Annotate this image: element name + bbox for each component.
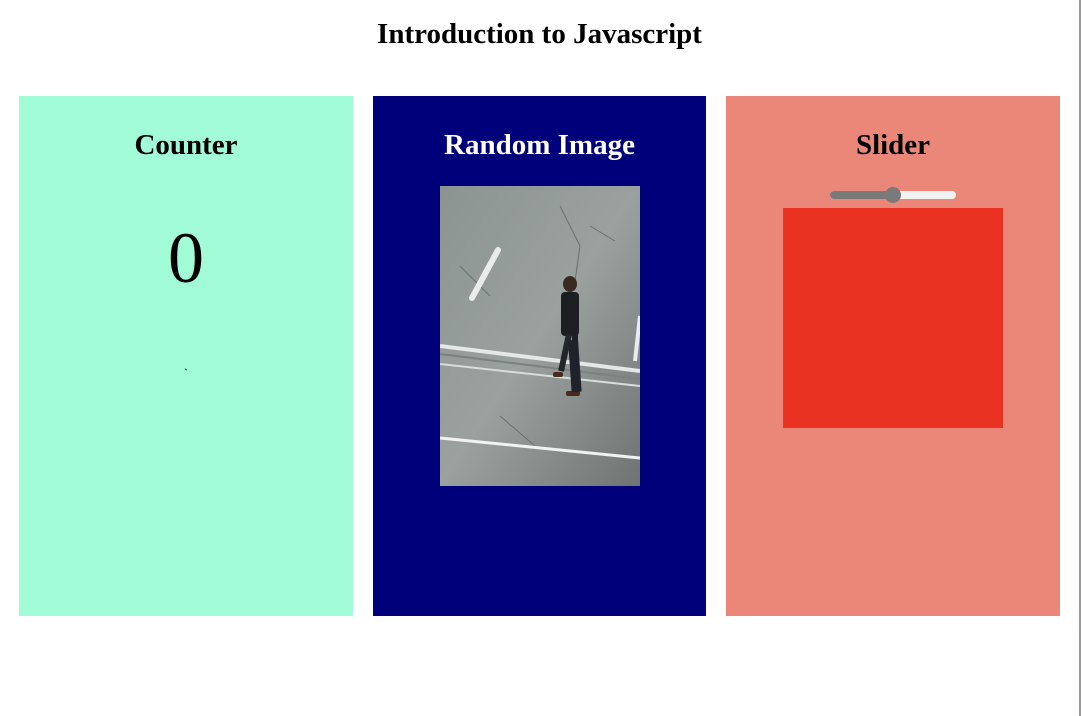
slider-title: Slider bbox=[855, 129, 931, 161]
range-slider-fill bbox=[830, 191, 893, 199]
color-box bbox=[783, 208, 1003, 428]
range-slider-thumb[interactable] bbox=[885, 187, 901, 203]
counter-value[interactable]: 0 bbox=[19, 218, 353, 298]
range-slider[interactable] bbox=[830, 187, 956, 203]
counter-tick-mark: ` bbox=[184, 366, 188, 380]
page: Introduction to Javascript Counter 0 ` R… bbox=[0, 0, 1081, 716]
page-title: Introduction to Javascript bbox=[377, 18, 702, 50]
counter-title: Counter bbox=[134, 129, 238, 161]
slider-card: Slider bbox=[726, 96, 1060, 616]
random-image-title: Random Image bbox=[444, 129, 635, 161]
random-image-card: Random Image bbox=[373, 96, 706, 616]
counter-card: Counter 0 ` bbox=[19, 96, 353, 616]
random-image-photo[interactable] bbox=[440, 186, 640, 486]
